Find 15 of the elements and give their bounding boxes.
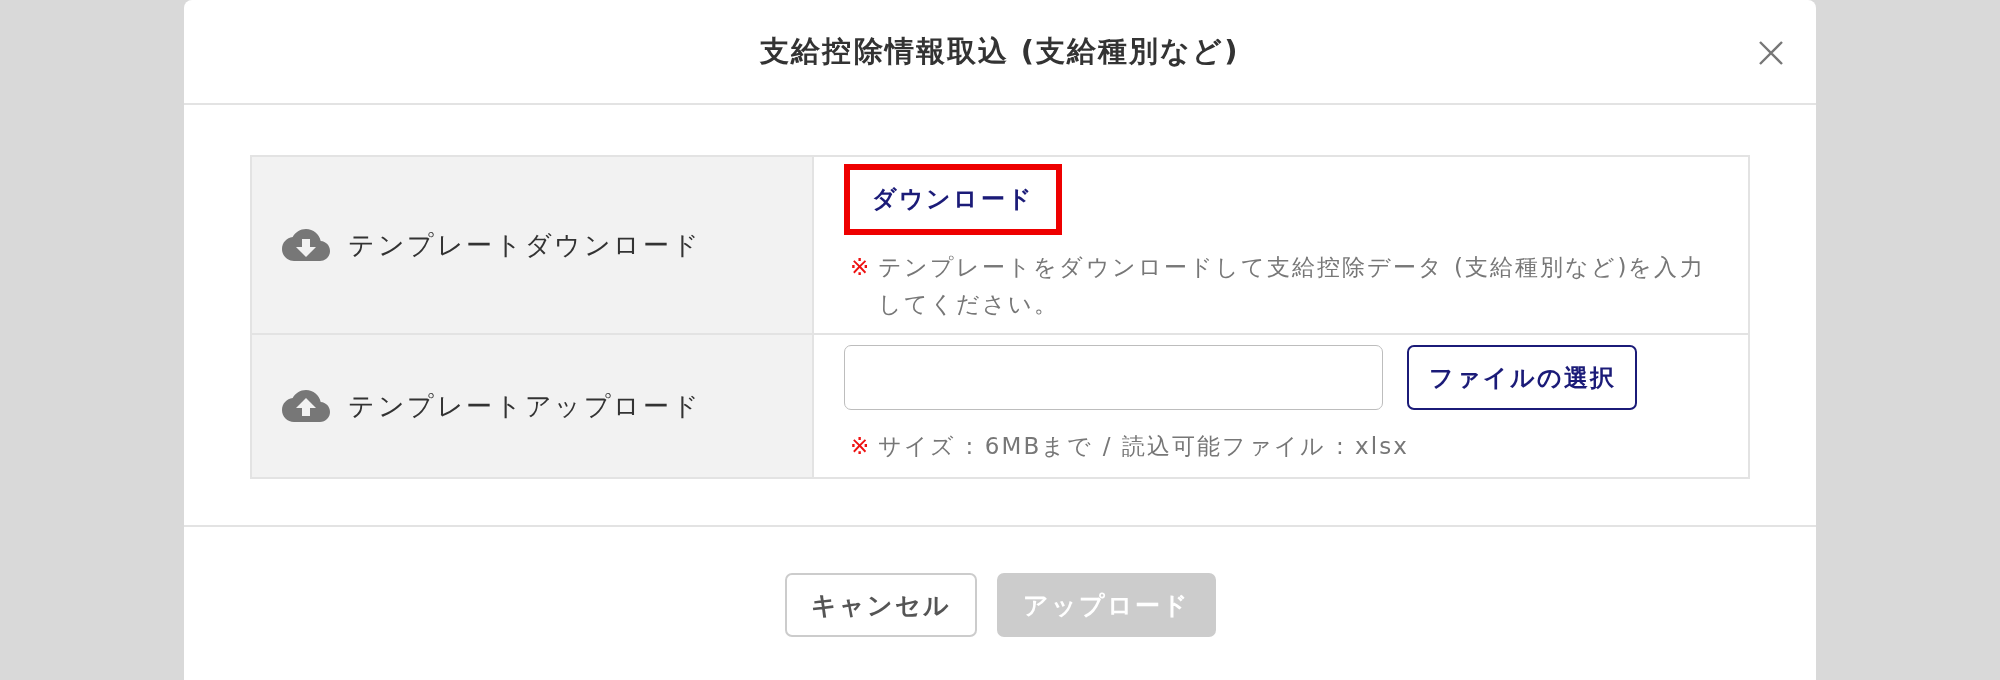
choose-file-button[interactable]: ファイルの選択: [1407, 345, 1638, 410]
note-mark: ※: [850, 432, 871, 461]
download-link[interactable]: ダウンロード: [872, 180, 1034, 219]
cancel-button[interactable]: キャンセル: [784, 573, 977, 637]
row-label: テンプレートアップロード: [348, 389, 702, 423]
close-button[interactable]: [1759, 41, 1783, 65]
note-text: テンプレートをダウンロードして支給控除データ (支給種別など)を入力してください。: [878, 253, 1706, 319]
row-label: テンプレートダウンロード: [348, 228, 702, 262]
close-icon: [1759, 41, 1783, 65]
cloud-upload-icon: [282, 390, 330, 422]
note-mark: ※: [850, 253, 871, 282]
dialog-title: 支給控除情報取込 (支給種別など): [760, 32, 1240, 70]
cloud-download-icon: [282, 229, 330, 261]
file-path-field[interactable]: [844, 345, 1383, 410]
note-text: サイズ : 6MBまで / 読込可能ファイル : xlsx: [878, 432, 1409, 461]
